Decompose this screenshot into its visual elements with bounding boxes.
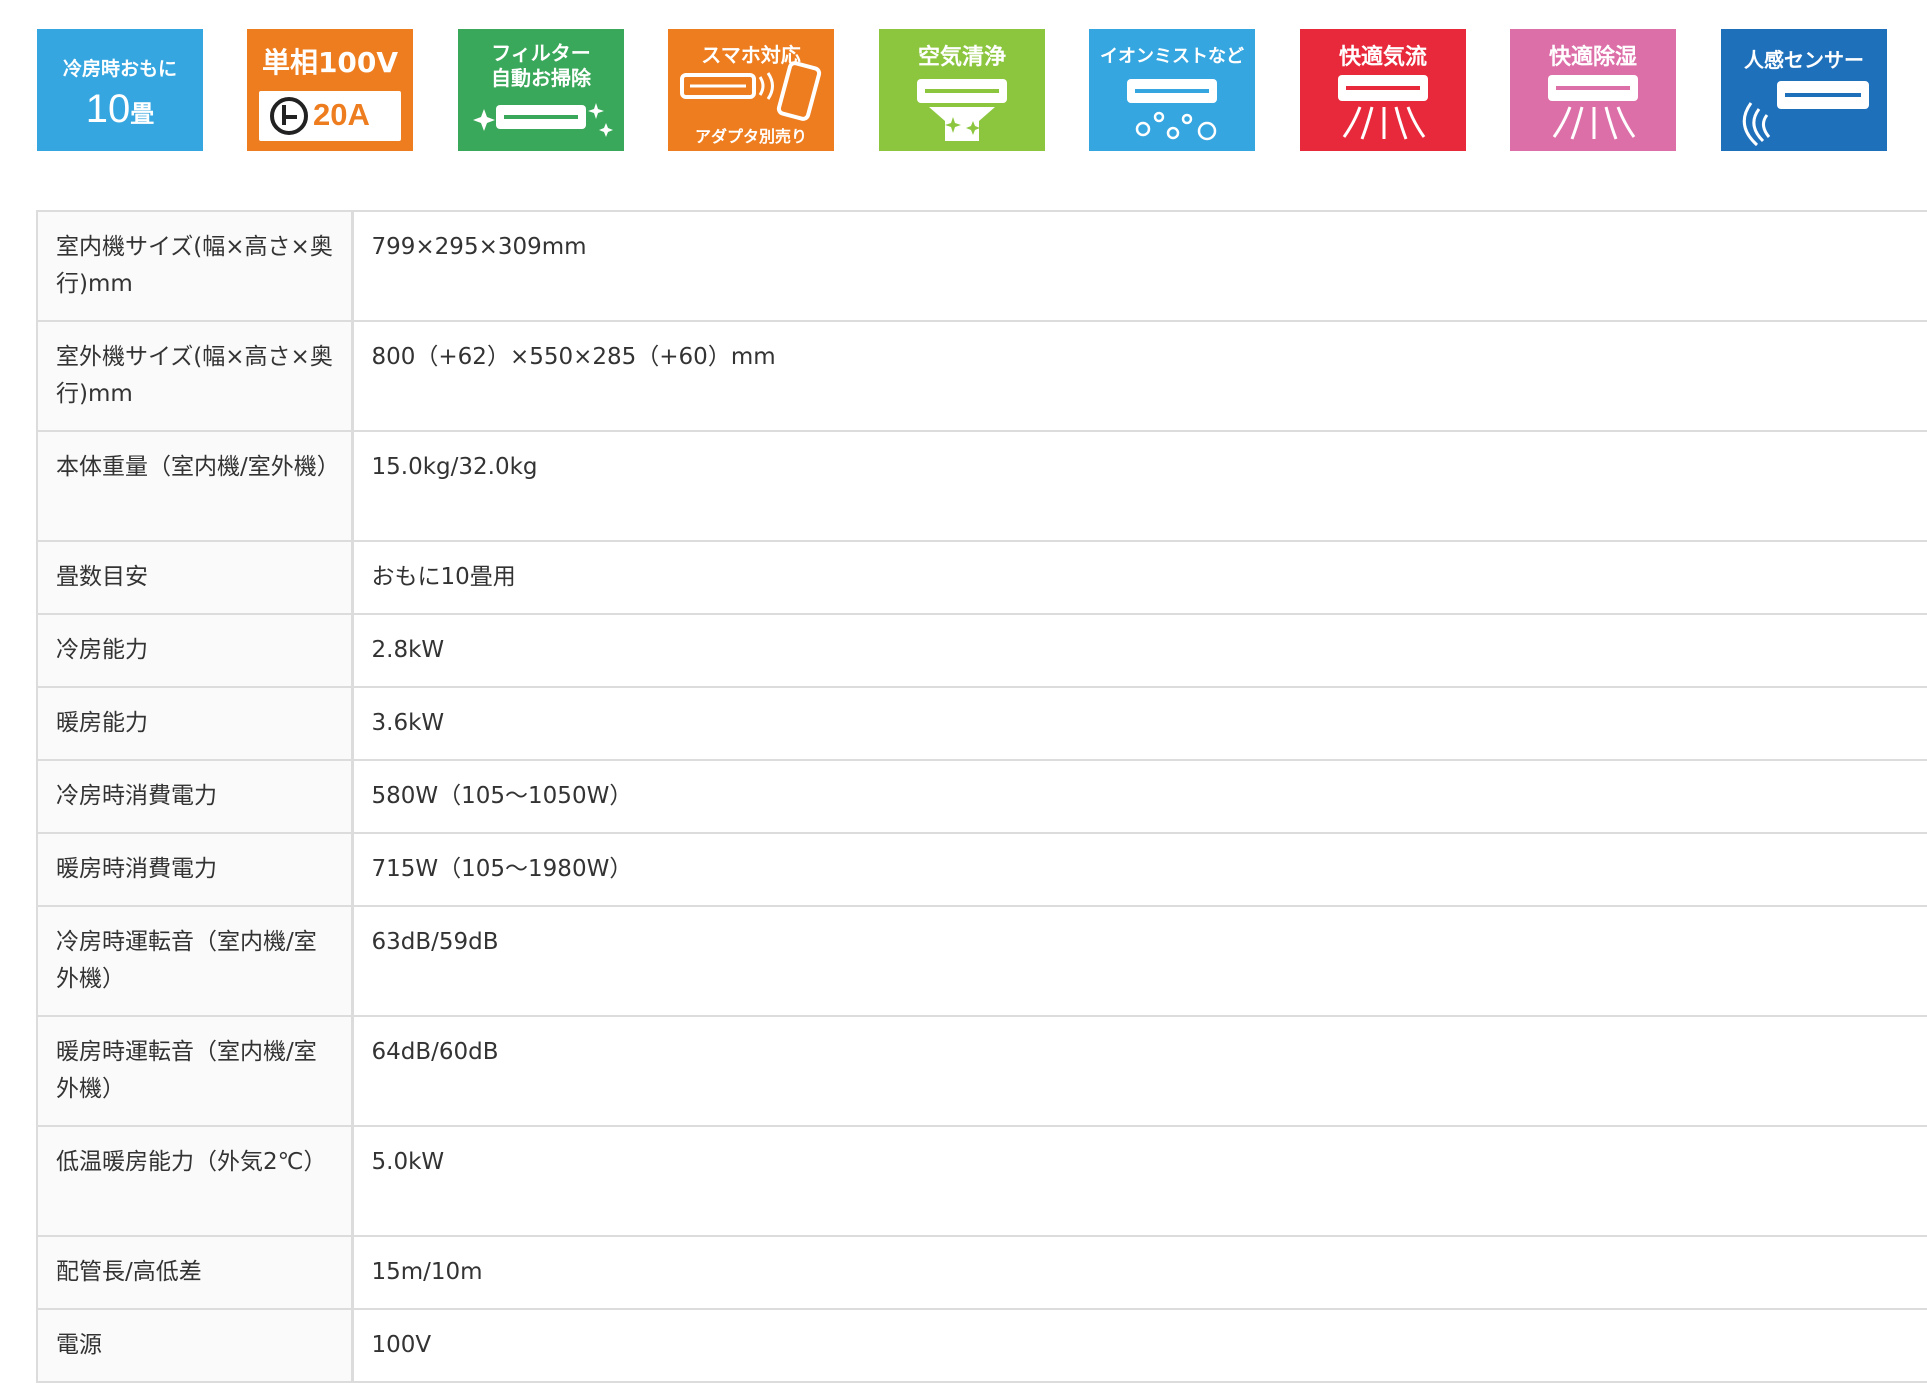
spec-row-heating-noise: 暖房時運転音（室内機/室外機） 64dB/60dB [37, 1016, 1927, 1127]
spec-row-indoor-size: 室内機サイズ(幅×高さ×奥行)mm 799×295×309mm [37, 211, 1927, 322]
feature-icon-bar: 冷房時おもに 10畳 単相100V 20A フィルター 自動お掃除 スマホ対応 … [37, 29, 1889, 151]
spec-value: 15m/10m [352, 1236, 1927, 1310]
aircon-sparkle-icon [473, 103, 613, 137]
spec-row-cooling-noise: 冷房時運転音（室内機/室外機） 63dB/59dB [37, 906, 1927, 1017]
feature-ion-mist: イオンミストなど [1089, 29, 1255, 151]
feature-cooling-tatami: 冷房時おもに 10畳 [37, 29, 203, 151]
spec-label: 本体重量（室内機/室外機） [37, 431, 354, 542]
spec-label: 冷房時消費電力 [37, 760, 354, 834]
feature-smartphone: スマホ対応 アダプタ別売り [668, 29, 834, 151]
spec-label: 配管長/高低差 [37, 1236, 354, 1310]
spec-row-cooling-capacity: 冷房能力 2.8kW [37, 614, 1927, 688]
feature-filter-auto-clean: フィルター 自動お掃除 [458, 29, 624, 151]
spec-value: 580W（105〜1050W） [352, 760, 1927, 834]
spec-value: 715W（105〜1980W） [352, 833, 1927, 907]
spec-value: 15.0kg/32.0kg [352, 431, 1927, 542]
spec-label: 暖房時運転音（室内機/室外機） [37, 1016, 354, 1127]
aircon-purify-icon [917, 79, 1007, 141]
spec-label: 畳数目安 [37, 541, 354, 615]
spec-row-power-supply: 電源 100V [37, 1309, 1927, 1383]
feature-comfort-airflow: 快適気流 [1300, 29, 1466, 151]
spec-row-heating-power: 暖房時消費電力 715W（105〜1980W） [37, 833, 1927, 907]
spec-label: 電源 [37, 1309, 354, 1383]
spec-value: 100V [352, 1309, 1927, 1383]
spec-row-weight: 本体重量（室内機/室外機） 15.0kg/32.0kg [37, 431, 1927, 542]
breaker-icon [270, 97, 308, 135]
amp-value: 20A [313, 97, 370, 132]
spec-label: 暖房能力 [37, 687, 354, 761]
feature-air-purify: 空気清浄 [879, 29, 1045, 151]
feature-label: 単相100V [261, 46, 399, 79]
spec-table: 室内機サイズ(幅×高さ×奥行)mm 799×295×309mm 室外機サイズ(幅… [36, 210, 1927, 1383]
tatami-number: 10 [85, 87, 131, 131]
aircon-sensor-icon [1742, 81, 1869, 147]
spec-row-outdoor-size: 室外機サイズ(幅×高さ×奥行)mm 800（+62）×550×285（+60）m… [37, 321, 1927, 432]
feature-label: 冷房時おもに [62, 58, 177, 80]
feature-single-phase: 単相100V 20A [247, 29, 413, 151]
spec-row-low-temp-heating: 低温暖房能力（外気2℃） 5.0kW [37, 1126, 1927, 1237]
spec-label: 冷房能力 [37, 614, 354, 688]
spec-row-cooling-power: 冷房時消費電力 580W（105〜1050W） [37, 760, 1927, 834]
spec-value: 63dB/59dB [352, 906, 1927, 1017]
spec-label: 室外機サイズ(幅×高さ×奥行)mm [37, 321, 354, 432]
spec-value: 799×295×309mm [352, 211, 1927, 322]
aircon-dehumid-icon [1548, 75, 1638, 140]
tatami-unit: 畳 [130, 100, 155, 128]
spec-value: 2.8kW [352, 614, 1927, 688]
spec-value: 64dB/60dB [352, 1016, 1927, 1127]
aircon-ion-icon [1127, 79, 1217, 141]
feature-comfort-dehumid: 快適除湿 [1510, 29, 1676, 151]
spec-value: 5.0kW [352, 1126, 1927, 1237]
spec-row-piping: 配管長/高低差 15m/10m [37, 1236, 1927, 1310]
spec-value: 800（+62）×550×285（+60）mm [352, 321, 1927, 432]
spec-row-heating-capacity: 暖房能力 3.6kW [37, 687, 1927, 761]
feature-tatami-value: 10畳 [37, 87, 203, 132]
feature-human-sensor: 人感センサー [1721, 29, 1887, 151]
amp-badge: 20A [259, 91, 401, 141]
spec-row-tatami: 畳数目安 おもに10畳用 [37, 541, 1927, 615]
spec-value: 3.6kW [352, 687, 1927, 761]
feature-sublabel: アダプタ別売り [694, 127, 807, 146]
spec-value: おもに10畳用 [352, 541, 1927, 615]
spec-label: 室内機サイズ(幅×高さ×奥行)mm [37, 211, 354, 322]
spec-label: 低温暖房能力（外気2℃） [37, 1126, 354, 1237]
spec-label: 暖房時消費電力 [37, 833, 354, 907]
aircon-airflow-icon [1338, 75, 1428, 140]
spec-label: 冷房時運転音（室内機/室外機） [37, 906, 354, 1017]
